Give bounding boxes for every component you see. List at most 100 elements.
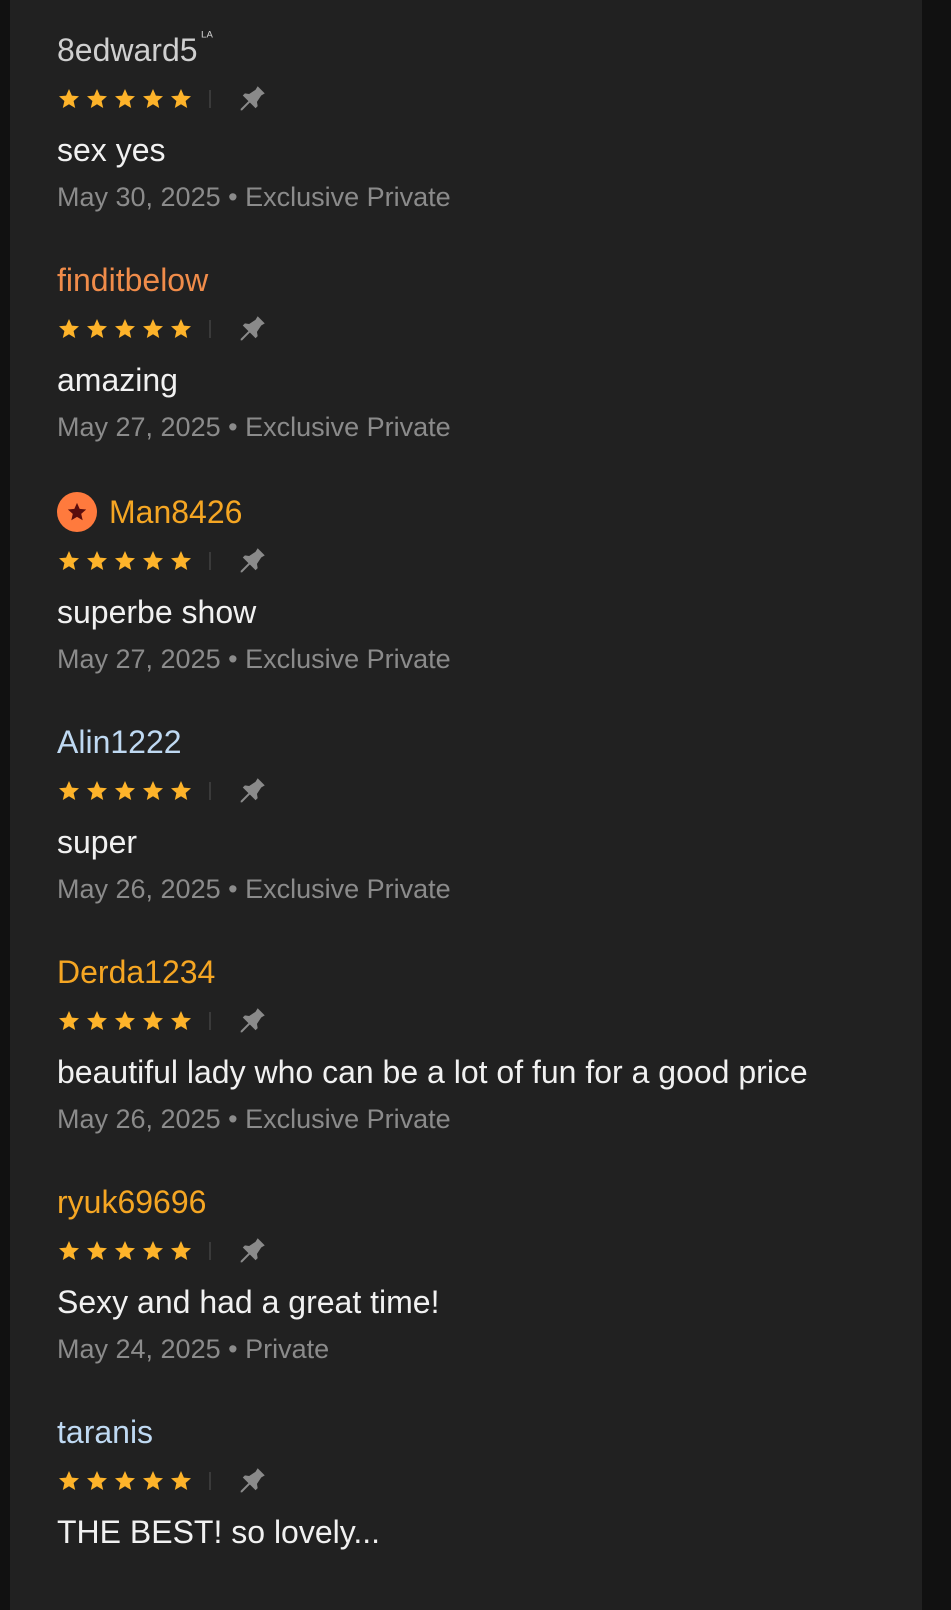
star-icon (59, 1471, 79, 1490)
divider (209, 320, 211, 338)
pin-icon[interactable] (235, 1234, 269, 1268)
rating-row (57, 1004, 917, 1038)
star-icon (143, 319, 163, 338)
crown-mark-icon: ᴸᴬ (201, 28, 213, 44)
star-rating (57, 317, 197, 341)
star-icon (115, 1241, 135, 1260)
review-meta: May 26, 2025 • Exclusive Private (57, 1102, 917, 1136)
star-icon (171, 551, 191, 570)
username-link[interactable]: Derda1234 (57, 952, 215, 992)
pin-icon[interactable] (235, 774, 269, 808)
meta-separator: • (228, 1104, 238, 1134)
star-icon (87, 1011, 107, 1030)
review-item: 8edward5 ᴸᴬ sex yes May 30, 2025 • Exclu… (57, 28, 917, 214)
review-item: Man8426 superbe show May 27, 2025 • Excl… (57, 492, 917, 676)
star-icon (59, 1241, 79, 1260)
pin-icon[interactable] (235, 544, 269, 578)
review-meta: May 27, 2025 • Exclusive Private (57, 642, 917, 676)
review-date: May 30, 2025 (57, 182, 221, 212)
star-icon (59, 551, 79, 570)
review-comment: Sexy and had a great time! (57, 1284, 440, 1320)
star-icon (59, 781, 79, 800)
rating-row (57, 82, 917, 116)
pin-icon[interactable] (235, 312, 269, 346)
show-type: Private (245, 1334, 330, 1364)
username-row: ryuk69696 (57, 1182, 917, 1222)
review-item: Alin1222 super May 26, 2025 • Exclusive … (57, 722, 917, 906)
star-rating (57, 549, 197, 573)
star-icon (143, 1241, 163, 1260)
star-icon (87, 551, 107, 570)
show-type: Exclusive Private (245, 1104, 451, 1134)
star-icon (59, 319, 79, 338)
username-link[interactable]: ryuk69696 (57, 1182, 206, 1222)
username-row: finditbelow (57, 260, 917, 300)
divider (209, 1012, 211, 1030)
star-icon (115, 781, 135, 800)
rating-row (57, 544, 917, 578)
star-icon (143, 781, 163, 800)
username-link[interactable]: finditbelow (57, 260, 208, 300)
username-row: taranis (57, 1412, 917, 1452)
star-icon (171, 319, 191, 338)
username-link[interactable]: taranis (57, 1412, 153, 1452)
review-item: ryuk69696 Sexy and had a great time! May… (57, 1182, 917, 1366)
star-badge-icon (57, 492, 97, 532)
divider (209, 552, 211, 570)
star-rating (57, 1009, 197, 1033)
meta-separator: • (228, 412, 238, 442)
divider (209, 782, 211, 800)
review-date: May 26, 2025 (57, 874, 221, 904)
username-link[interactable]: Man8426 (109, 492, 242, 532)
star-rating (57, 779, 197, 803)
rating-row (57, 312, 917, 346)
star-icon (87, 319, 107, 338)
username-link[interactable]: Alin1222 (57, 722, 182, 762)
review-meta: May 26, 2025 • Exclusive Private (57, 872, 917, 906)
username-row: Alin1222 (57, 722, 917, 762)
rating-row (57, 1464, 917, 1498)
star-icon (87, 781, 107, 800)
meta-separator: • (228, 644, 238, 674)
review-comment: THE BEST! so lovely... (57, 1514, 381, 1550)
show-type: Exclusive Private (245, 874, 451, 904)
rating-row (57, 1234, 917, 1268)
star-icon (115, 1471, 135, 1490)
divider (209, 90, 211, 108)
divider (209, 1242, 211, 1260)
show-type: Exclusive Private (245, 182, 451, 212)
review-date: May 27, 2025 (57, 644, 221, 674)
star-icon (171, 1241, 191, 1260)
show-type: Exclusive Private (245, 412, 451, 442)
divider (209, 1472, 211, 1490)
star-icon (171, 1471, 191, 1490)
star-icon (59, 1011, 79, 1030)
review-item: finditbelow amazing May 27, 2025 • Exclu… (57, 260, 917, 444)
rating-row (57, 774, 917, 808)
star-icon (171, 1011, 191, 1030)
review-item: Derda1234 beautiful lady who can be a lo… (57, 952, 917, 1136)
meta-separator: • (228, 182, 238, 212)
star-icon (87, 1241, 107, 1260)
review-comment: amazing (57, 362, 178, 398)
star-rating (57, 1239, 197, 1263)
star-icon (115, 89, 135, 108)
show-type: Exclusive Private (245, 644, 451, 674)
star-icon (143, 1011, 163, 1030)
meta-separator: • (228, 874, 238, 904)
pin-icon[interactable] (235, 1464, 269, 1498)
star-rating (57, 87, 197, 111)
star-icon (115, 551, 135, 570)
reviews-panel: 8edward5 ᴸᴬ sex yes May 30, 2025 • Exclu… (10, 0, 922, 1610)
star-icon (115, 1011, 135, 1030)
username-link[interactable]: 8edward5 (57, 30, 198, 70)
star-icon (87, 1471, 107, 1490)
review-date: May 24, 2025 (57, 1334, 221, 1364)
pin-icon[interactable] (235, 1004, 269, 1038)
review-comment: superbe show (57, 594, 257, 630)
review-date: May 27, 2025 (57, 412, 221, 442)
review-comment: super (57, 824, 138, 860)
pin-icon[interactable] (235, 82, 269, 116)
star-icon (171, 781, 191, 800)
meta-separator: • (228, 1334, 238, 1364)
